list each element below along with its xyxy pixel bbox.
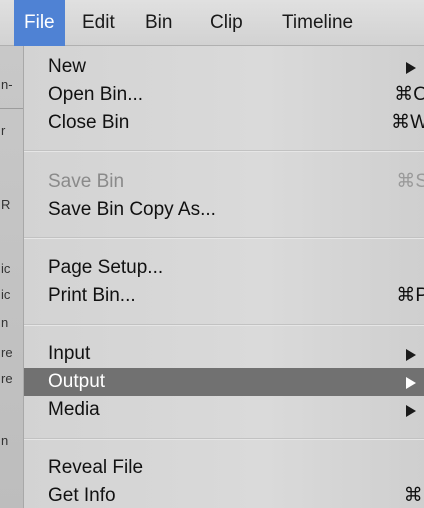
menu-item-save-bin: Save Bin ⌘S (24, 168, 424, 196)
menu-item-input[interactable]: Input (24, 340, 424, 368)
menu-separator (24, 237, 424, 239)
menu-edit[interactable]: Edit (82, 0, 115, 46)
menu-item-page-setup[interactable]: Page Setup... (24, 254, 424, 282)
menu-item-label: Get Info (48, 485, 116, 506)
menu-item-shortcut: ⌘W (391, 112, 424, 133)
menu-item-open-bin[interactable]: Open Bin... ⌘O (24, 81, 424, 109)
background-text: re (1, 371, 13, 386)
menu-item-label: Input (48, 343, 91, 364)
menu-item-label: Open Bin... (48, 84, 144, 105)
background-text: r (1, 123, 6, 138)
menu-bin[interactable]: Bin (145, 0, 172, 46)
menu-file[interactable]: File (14, 0, 65, 46)
menu-item-label: Save Bin (48, 171, 125, 192)
file-menu-dropdown: New Open Bin... ⌘O Close Bin ⌘W Save Bin… (24, 46, 424, 508)
background-divider (0, 108, 23, 109)
menu-item-media[interactable]: Media (24, 396, 424, 424)
submenu-arrow-icon (406, 377, 416, 389)
background-text: n- (1, 77, 13, 92)
menu-item-label: Media (48, 399, 100, 420)
menu-item-label: Close Bin (48, 112, 130, 133)
menu-item-reveal-file[interactable]: Reveal File (24, 454, 424, 482)
background-text: n (1, 433, 9, 448)
submenu-arrow-icon (406, 62, 416, 74)
background-text: R (1, 197, 11, 212)
background-window: n- r R ic ic n re re n (0, 0, 24, 508)
menu-clip[interactable]: Clip (210, 0, 243, 46)
menu-item-shortcut: ⌘I (403, 485, 424, 506)
menu-item-print-bin[interactable]: Print Bin... ⌘P (24, 282, 424, 310)
background-text: re (1, 345, 13, 360)
menu-separator (24, 438, 424, 440)
menu-separator (24, 324, 424, 326)
menu-item-get-info[interactable]: Get Info ⌘I (24, 482, 424, 508)
menu-item-shortcut: ⌘P (396, 285, 424, 306)
background-text: n (1, 315, 9, 330)
background-text: ic (1, 261, 11, 276)
menu-item-close-bin[interactable]: Close Bin ⌘W (24, 109, 424, 137)
menu-item-label: Output (48, 371, 106, 392)
menu-item-label: Save Bin Copy As... (48, 199, 216, 220)
submenu-arrow-icon (406, 405, 416, 417)
menu-bar: File Edit Bin Clip Timeline (0, 0, 424, 46)
menu-item-shortcut: ⌘S (396, 171, 424, 192)
menu-item-label: Print Bin... (48, 285, 136, 306)
menu-item-shortcut: ⌘O (394, 84, 424, 105)
menu-timeline[interactable]: Timeline (282, 0, 353, 46)
menu-item-label: Page Setup... (48, 257, 164, 278)
menu-item-save-bin-copy-as[interactable]: Save Bin Copy As... (24, 196, 424, 224)
submenu-arrow-icon (406, 349, 416, 361)
background-text: ic (1, 287, 11, 302)
menu-item-output[interactable]: Output (24, 368, 424, 396)
menu-item-label: Reveal File (48, 457, 144, 478)
menu-separator (24, 150, 424, 152)
menu-item-label: New (48, 56, 87, 77)
menu-item-new[interactable]: New (24, 53, 424, 81)
